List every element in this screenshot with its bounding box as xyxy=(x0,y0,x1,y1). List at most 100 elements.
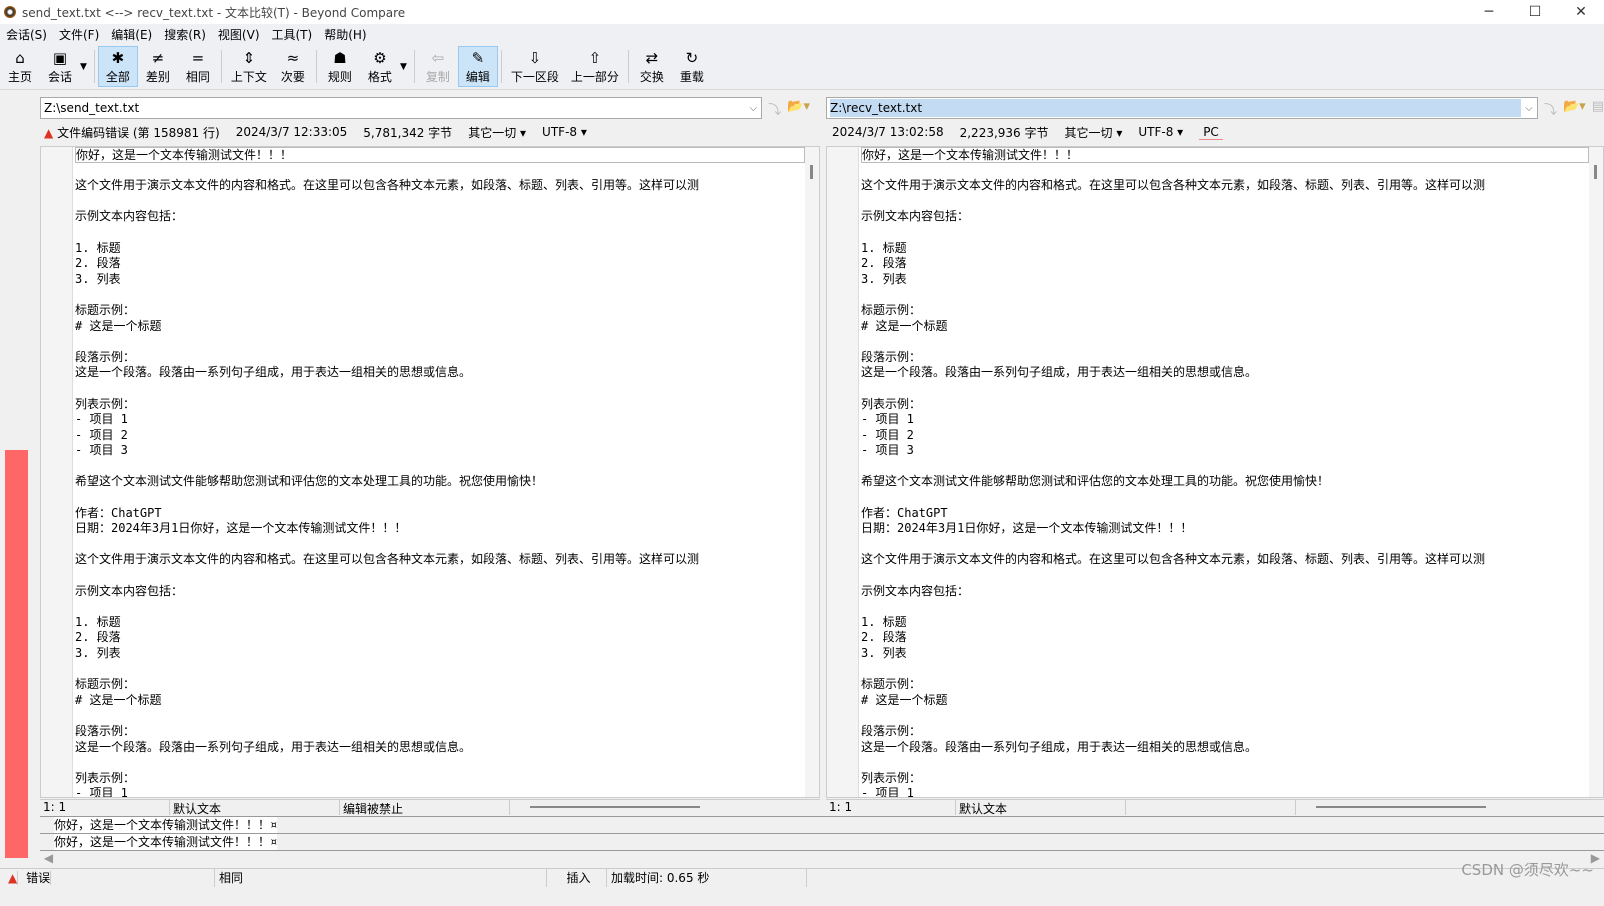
left-path-input[interactable]: Z:\send_text.txt ⌵ xyxy=(40,97,763,119)
left-encoding-dropdown[interactable]: UTF-8 ▾ xyxy=(542,125,587,139)
dropdown-caret-icon[interactable]: ▼ xyxy=(400,62,407,72)
menu-item[interactable]: 帮助(H) xyxy=(318,26,372,43)
toolbar-button-12[interactable]: ⇧ 上一部分 xyxy=(565,46,625,87)
right-encoding-dropdown[interactable]: UTF-8 ▾ xyxy=(1138,125,1183,139)
toolbar-icon: ↻ xyxy=(685,49,699,67)
toolbar-separator xyxy=(315,50,317,83)
right-text-pane[interactable]: 你好，这是一个文本传输测试文件！！！ 这个文件用于演示文本文件的内容和格式。在这… xyxy=(826,146,1604,798)
left-text-pane[interactable]: 你好，这是一个文本传输测试文件！！！ 这个文件用于演示文本文件的内容和格式。在这… xyxy=(40,146,820,798)
toolbar-button-5[interactable]: ⇕ 上下文 xyxy=(225,46,273,87)
right-filter-dropdown[interactable]: 其它一切 ▾ xyxy=(1065,124,1123,141)
text-line: 这个文件用于演示文本文件的内容和格式。在这里可以包含各种文本元素，如段落、标题、… xyxy=(861,178,1486,193)
right-date: 2024/3/7 13:02:58 xyxy=(832,125,944,139)
toolbar-button-0[interactable]: ⌂ 主页 xyxy=(0,46,40,87)
toolbar-label: 规则 xyxy=(327,70,352,84)
toolbar-button-11[interactable]: ⇩ 下一区段 xyxy=(505,46,565,87)
text-line xyxy=(861,490,1589,506)
close-button[interactable]: ✕ xyxy=(1558,4,1604,20)
toolbar-button-6[interactable]: ≈ 次要 xyxy=(273,46,313,87)
menu-item[interactable]: 工具(T) xyxy=(266,26,319,43)
toolbar-label: 复制 xyxy=(425,70,450,84)
thumbnail-overview[interactable] xyxy=(0,100,40,860)
left-path-value: Z:\send_text.txt xyxy=(44,101,140,115)
warning-icon: ▲ xyxy=(44,125,54,140)
format-label: 默认文本 xyxy=(170,800,340,816)
encoding-error[interactable]: 文件编码错误 (第 158981 行) xyxy=(57,126,220,140)
text-line xyxy=(861,568,1589,584)
line-ending-button[interactable]: PC xyxy=(1199,125,1223,140)
toolbar-label: 格式 xyxy=(367,70,392,84)
open-folder-icon[interactable]: 📂▾ xyxy=(1563,99,1586,118)
text-line xyxy=(861,537,1589,553)
toolbar-separator xyxy=(93,50,95,83)
toolbar-button-1[interactable]: ▣ 会话 xyxy=(40,46,80,87)
line-detail-left: 你好，这是一个文本传输测试文件！！！¤ xyxy=(40,816,1604,833)
menu-item[interactable]: 编辑(E) xyxy=(105,26,158,43)
toolbar-separator xyxy=(220,50,222,83)
left-pane-status: 1: 1 默认文本 编辑被禁止 xyxy=(40,799,820,816)
text-line xyxy=(861,599,1589,615)
text-line: 这是一个段落。段落由一系列句子组成，用于表达一组相关的思想或信息。 xyxy=(75,365,472,380)
status-load-time: 加载时间: 0.65 秒 xyxy=(607,868,807,887)
toolbar-icon: ⚙ xyxy=(373,49,387,67)
menu-item[interactable]: 会话(S) xyxy=(0,26,53,43)
text-line xyxy=(75,537,805,553)
toolbar-button-9[interactable]: ⇦ 复制 xyxy=(418,46,458,87)
text-line: 1. 标题 xyxy=(75,240,121,255)
detail-scrollbar[interactable]: ◀ ▶ xyxy=(40,850,1604,868)
toolbar-separator xyxy=(413,50,415,83)
text-line xyxy=(75,490,805,506)
toolbar-button-2[interactable]: ✱ 全部 xyxy=(97,46,138,87)
toolbar-button-3[interactable]: ≠ 差别 xyxy=(138,46,178,87)
text-line: 这是一个段落。段落由一系列句子组成，用于表达一组相关的思想或信息。 xyxy=(75,739,472,754)
toolbar-button-13[interactable]: ⇄ 交换 xyxy=(632,46,672,87)
left-filter-dropdown[interactable]: 其它一切 ▾ xyxy=(468,124,526,141)
toolbar-icon: ✎ xyxy=(471,49,485,67)
horizontal-scrollbar[interactable] xyxy=(1316,806,1486,808)
vertical-scrollbar[interactable] xyxy=(805,147,819,797)
error-icon: ▲ xyxy=(4,870,19,885)
text-line: 示例文本内容包括： xyxy=(861,583,970,598)
toolbar-button-14[interactable]: ↻ 重载 xyxy=(672,46,712,87)
text-line: 3. 列表 xyxy=(861,646,907,660)
right-pane-status: 1: 1 默认文本 xyxy=(826,799,1604,816)
status-bar: ▲ 错误 相同 插入 加载时间: 0.65 秒 xyxy=(0,868,1604,887)
text-line: 2. 段落 xyxy=(861,630,907,645)
right-path-input[interactable]: Z:\recv_text.txt ⌵ xyxy=(826,97,1538,119)
toolbar-button-8[interactable]: ⚙ 格式 xyxy=(360,46,400,87)
text-line xyxy=(75,225,805,241)
toolbar-button-10[interactable]: ✎ 编辑 xyxy=(457,46,498,87)
save-icon[interactable]: ▤ xyxy=(1592,99,1604,118)
horizontal-scrollbar[interactable] xyxy=(530,806,700,808)
menu-item[interactable]: 文件(F) xyxy=(53,26,105,43)
swap-path-icon[interactable]: ⤵ xyxy=(1544,99,1557,118)
text-line: 标题示例： xyxy=(75,677,136,692)
toolbar-icon: ≠ xyxy=(151,49,165,67)
dropdown-caret-icon[interactable]: ▼ xyxy=(80,62,87,72)
toolbar-separator xyxy=(627,50,629,83)
swap-path-icon[interactable]: ⤵ xyxy=(768,99,781,118)
maximize-button[interactable]: ☐ xyxy=(1512,4,1558,20)
chevron-down-icon[interactable]: ⌵ xyxy=(1521,103,1537,114)
left-file-info: ▲ 文件编码错误 (第 158981 行) 2024/3/7 12:33:05 … xyxy=(44,123,587,141)
text-line: - 项目 2 xyxy=(75,427,128,442)
app-logo-icon xyxy=(4,6,16,18)
menu-bar: 会话(S) 文件(F) 编辑(E) 搜索(R) 视图(V) 工具(T) 帮助(H) xyxy=(0,24,1604,44)
menu-item[interactable]: 搜索(R) xyxy=(158,26,212,43)
chevron-down-icon[interactable]: ⌵ xyxy=(745,103,761,114)
text-line xyxy=(75,163,805,179)
text-line: - 项目 3 xyxy=(861,443,914,458)
minimize-button[interactable]: ─ xyxy=(1466,4,1512,20)
cursor-position: 1: 1 xyxy=(40,800,170,815)
toolbar-button-4[interactable]: = 相同 xyxy=(178,46,218,87)
text-line: - 项目 1 xyxy=(861,412,914,427)
menu-item[interactable]: 视图(V) xyxy=(212,26,266,43)
toolbar-button-7[interactable]: ☗ 规则 xyxy=(320,46,360,87)
vertical-scrollbar[interactable] xyxy=(1589,147,1603,797)
open-folder-icon[interactable]: 📂▾ xyxy=(787,99,810,118)
text-line xyxy=(75,287,805,303)
text-line: 列表示例： xyxy=(75,770,136,785)
text-line xyxy=(75,755,805,771)
toolbar-icon: ⇕ xyxy=(242,49,256,67)
text-line xyxy=(75,662,805,678)
